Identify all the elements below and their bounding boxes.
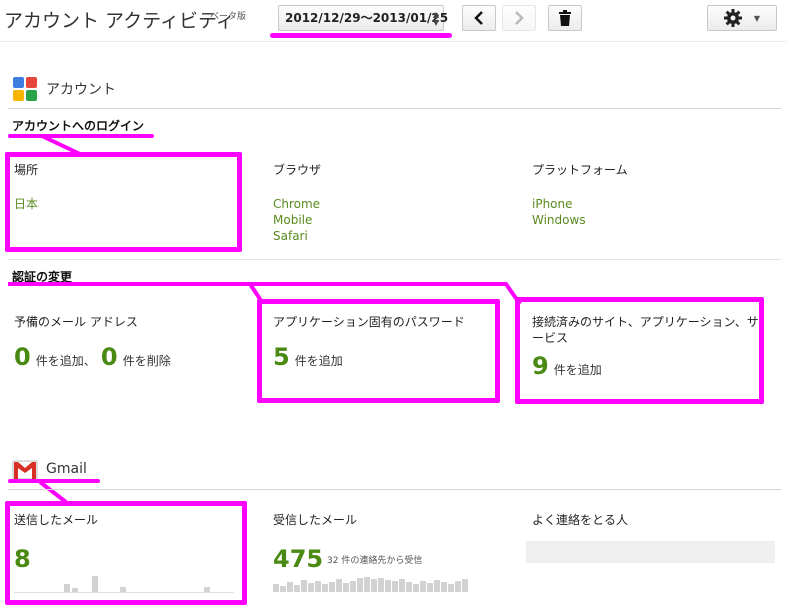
trash-icon <box>559 10 571 26</box>
delete-button[interactable] <box>548 5 582 31</box>
login-section-title: アカウントへのログイン <box>12 119 145 133</box>
browser-mobile[interactable]: Mobile <box>273 212 312 228</box>
platform-label: プラットフォーム <box>532 163 628 177</box>
frequent-contacts-placeholder <box>526 541 775 563</box>
connected-count: 9 <box>532 352 549 380</box>
chevron-down-icon: ▼ <box>753 13 761 23</box>
gmail-divider <box>8 489 781 490</box>
location-value[interactable]: 日本 <box>14 196 38 212</box>
header-divider <box>0 41 787 42</box>
received-label: 受信したメール <box>273 513 358 527</box>
account-divider <box>8 108 781 109</box>
chevron-left-icon <box>474 11 483 25</box>
connected-label-line1: 接続済みのサイト、アプリケーション、サ <box>532 315 759 329</box>
received-sparkline <box>273 577 468 592</box>
page-title: アカウント アクティビティ <box>4 10 235 32</box>
browser-chrome[interactable]: Chrome <box>273 196 320 212</box>
beta-label: ベータ版 <box>210 12 247 22</box>
location-label: 場所 <box>14 163 39 177</box>
gmail-section-title: Gmail <box>46 461 87 477</box>
app-password-text: 件を追加 <box>294 354 343 368</box>
app-password-count: 5 <box>273 343 290 371</box>
chevron-right-icon <box>515 11 524 25</box>
frequent-contacts-label: よく連絡をとる人 <box>532 513 629 527</box>
browser-label: ブラウザ <box>273 163 322 177</box>
app-password-label: アプリケーション固有のパスワード <box>273 315 465 329</box>
gear-icon <box>723 9 742 27</box>
account-section-title: アカウント <box>46 82 116 98</box>
connected-stats[interactable]: 9 件を追加 <box>532 352 602 380</box>
received-count[interactable]: 475 <box>273 545 323 573</box>
backup-removed-text: 件を削除 <box>122 354 171 368</box>
settings-button[interactable]: ▼ <box>707 5 777 31</box>
select-arrows-icon: ▲ ▼ <box>432 10 439 27</box>
backup-added-count: 0 <box>14 343 31 371</box>
login-divider <box>8 259 781 260</box>
app-password-stats[interactable]: 5 件を追加 <box>273 343 343 371</box>
backup-email-stats[interactable]: 0 件を追加、 0 件を削除 <box>14 343 171 371</box>
gmail-icon <box>12 460 38 480</box>
backup-removed-count: 0 <box>100 343 118 371</box>
sent-count[interactable]: 8 <box>14 545 31 573</box>
sent-label: 送信したメール <box>14 513 99 527</box>
date-range-select[interactable]: 2012/12/29〜2013/01/25 ▲ ▼ <box>278 5 448 31</box>
received-note: 32 件の連絡先から受信 <box>327 556 423 566</box>
backup-email-label: 予備のメール アドレス <box>14 315 138 329</box>
date-range-value: 2012/12/29〜2013/01/25 <box>285 11 449 25</box>
google-account-icon <box>13 77 37 101</box>
platform-iphone[interactable]: iPhone <box>532 196 573 212</box>
platform-windows[interactable]: Windows <box>532 212 586 228</box>
backup-added-text: 件を追加、 <box>35 354 96 368</box>
sent-sparkline <box>14 576 234 593</box>
browser-safari[interactable]: Safari <box>273 228 308 244</box>
connected-text: 件を追加 <box>553 363 602 377</box>
location-highlight-box <box>5 152 242 252</box>
prev-button[interactable] <box>462 5 496 31</box>
next-button[interactable] <box>502 5 536 31</box>
connected-label-line2: ービス <box>532 331 569 345</box>
date-highlight-underline <box>270 33 452 38</box>
